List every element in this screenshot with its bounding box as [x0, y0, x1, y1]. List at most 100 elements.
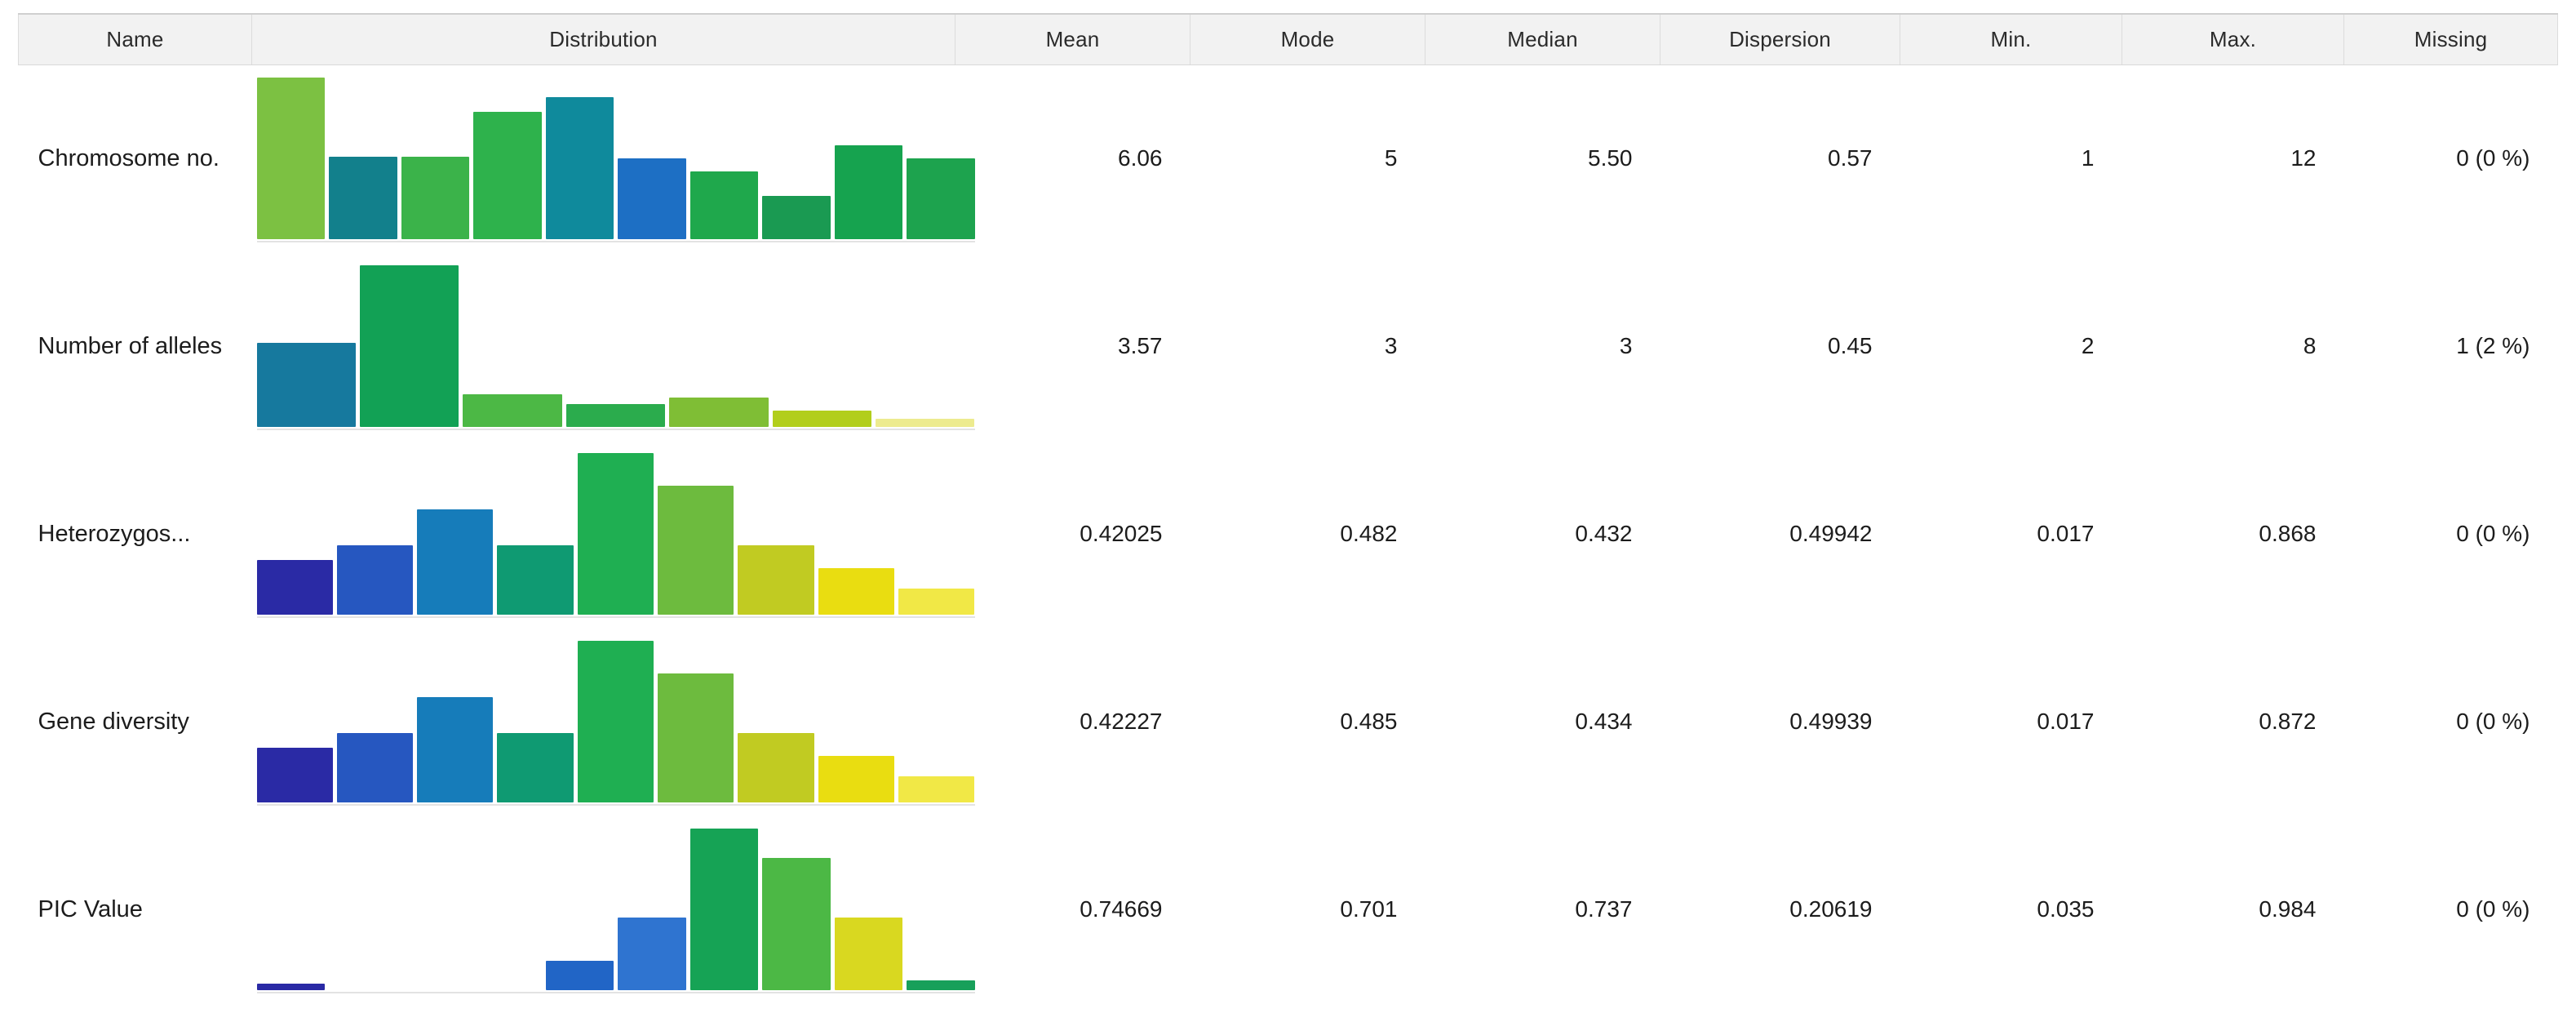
cell-mean: 0.74669 — [955, 815, 1190, 1003]
distribution-cell — [252, 440, 955, 628]
distribution-cell — [252, 252, 955, 440]
stats-summary-page: Name Distribution Mean Mode Median Dispe… — [0, 0, 2576, 1031]
histogram-bar — [417, 697, 493, 802]
cell-max: 0.872 — [2122, 628, 2344, 815]
cell-mode: 0.482 — [1190, 440, 1425, 628]
histogram-bar — [618, 158, 686, 239]
histogram-bar — [473, 112, 542, 239]
cell-missing: 0 (0 %) — [2344, 815, 2558, 1003]
cell-missing: 1 (2 %) — [2344, 252, 2558, 440]
histogram-bar — [546, 961, 614, 990]
cell-dispersion: 0.45 — [1660, 252, 1900, 440]
cell-median: 5.50 — [1425, 64, 1660, 252]
histogram-bar — [658, 673, 734, 802]
histogram-bars — [257, 78, 975, 239]
histogram-bar — [818, 756, 894, 802]
histogram-bars — [257, 829, 975, 990]
cell-mode: 5 — [1190, 64, 1425, 252]
histogram-bar — [690, 829, 759, 990]
histogram-bar — [337, 733, 413, 802]
cell-min: 1 — [1900, 64, 2122, 252]
column-header-dispersion[interactable]: Dispersion — [1660, 14, 1900, 64]
cell-median: 0.432 — [1425, 440, 1660, 628]
histogram-bar — [773, 411, 871, 427]
distribution-histogram — [257, 74, 975, 242]
column-header-median[interactable]: Median — [1425, 14, 1660, 64]
histogram-bar — [898, 776, 974, 802]
cell-dispersion: 0.49939 — [1660, 628, 1900, 815]
histogram-bar — [658, 486, 734, 615]
cell-mode: 0.485 — [1190, 628, 1425, 815]
cell-min: 0.035 — [1900, 815, 2122, 1003]
cell-missing: 0 (0 %) — [2344, 628, 2558, 815]
histogram-bar — [618, 918, 686, 990]
table-header: Name Distribution Mean Mode Median Dispe… — [19, 14, 2558, 64]
table-row[interactable]: PIC Value 0.74669 0.701 0.737 0.20619 0.… — [19, 815, 2558, 1003]
histogram-bar — [257, 984, 326, 990]
table-body: Chromosome no. 6.06 5 5.50 0.57 1 12 0 (… — [19, 64, 2558, 1003]
cell-mean: 0.42025 — [955, 440, 1190, 628]
histogram-bar — [546, 97, 614, 239]
cell-mode: 3 — [1190, 252, 1425, 440]
column-header-distribution[interactable]: Distribution — [252, 14, 955, 64]
cell-max: 12 — [2122, 64, 2344, 252]
histogram-bar — [738, 545, 814, 615]
cell-min: 0.017 — [1900, 628, 2122, 815]
histogram-baseline — [257, 429, 975, 430]
table-row[interactable]: Heterozygos... 0.42025 0.482 0.432 0.499… — [19, 440, 2558, 628]
column-header-missing[interactable]: Missing — [2344, 14, 2558, 64]
histogram-baseline — [257, 616, 975, 618]
distribution-cell — [252, 628, 955, 815]
histogram-bar — [578, 641, 654, 802]
distribution-cell — [252, 64, 955, 252]
histogram-bar — [417, 509, 493, 615]
histogram-baseline — [257, 992, 975, 993]
histogram-bar — [497, 545, 573, 615]
histogram-bar — [257, 78, 326, 239]
cell-min: 0.017 — [1900, 440, 2122, 628]
column-header-name[interactable]: Name — [19, 14, 252, 64]
histogram-bar — [835, 918, 903, 990]
column-header-max[interactable]: Max. — [2122, 14, 2344, 64]
histogram-bars — [257, 453, 975, 615]
cell-median: 3 — [1425, 252, 1660, 440]
histogram-bar — [566, 404, 665, 427]
cell-max: 0.984 — [2122, 815, 2344, 1003]
histogram-bar — [257, 560, 333, 615]
header-row: Name Distribution Mean Mode Median Dispe… — [19, 14, 2558, 64]
histogram-bar — [898, 589, 974, 615]
cell-dispersion: 0.57 — [1660, 64, 1900, 252]
histogram-bar — [762, 858, 831, 990]
histogram-bar — [360, 265, 459, 427]
cell-mode: 0.701 — [1190, 815, 1425, 1003]
distribution-histogram — [257, 638, 975, 806]
table-row[interactable]: Number of alleles 3.57 3 3 0.45 2 8 1 (2… — [19, 252, 2558, 440]
table-row[interactable]: Gene diversity 0.42227 0.485 0.434 0.499… — [19, 628, 2558, 815]
column-header-mean[interactable]: Mean — [955, 14, 1190, 64]
histogram-bar — [401, 157, 470, 239]
column-header-mode[interactable]: Mode — [1190, 14, 1425, 64]
statistics-table: Name Distribution Mean Mode Median Dispe… — [18, 13, 2558, 1003]
histogram-baseline — [257, 804, 975, 806]
histogram-bar — [257, 748, 333, 802]
histogram-bars — [257, 641, 975, 802]
histogram-bar — [690, 171, 759, 239]
histogram-bar — [257, 343, 356, 427]
row-name: Gene diversity — [19, 628, 252, 815]
distribution-histogram — [257, 450, 975, 618]
cell-missing: 0 (0 %) — [2344, 440, 2558, 628]
row-name: Number of alleles — [19, 252, 252, 440]
cell-mean: 0.42227 — [955, 628, 1190, 815]
histogram-bars — [257, 265, 975, 427]
cell-dispersion: 0.20619 — [1660, 815, 1900, 1003]
table-row[interactable]: Chromosome no. 6.06 5 5.50 0.57 1 12 0 (… — [19, 64, 2558, 252]
cell-mean: 6.06 — [955, 64, 1190, 252]
cell-mean: 3.57 — [955, 252, 1190, 440]
column-header-min[interactable]: Min. — [1900, 14, 2122, 64]
histogram-bar — [337, 545, 413, 615]
distribution-histogram — [257, 825, 975, 993]
histogram-baseline — [257, 241, 975, 242]
histogram-bar — [329, 157, 397, 239]
cell-median: 0.737 — [1425, 815, 1660, 1003]
histogram-bar — [762, 196, 831, 239]
